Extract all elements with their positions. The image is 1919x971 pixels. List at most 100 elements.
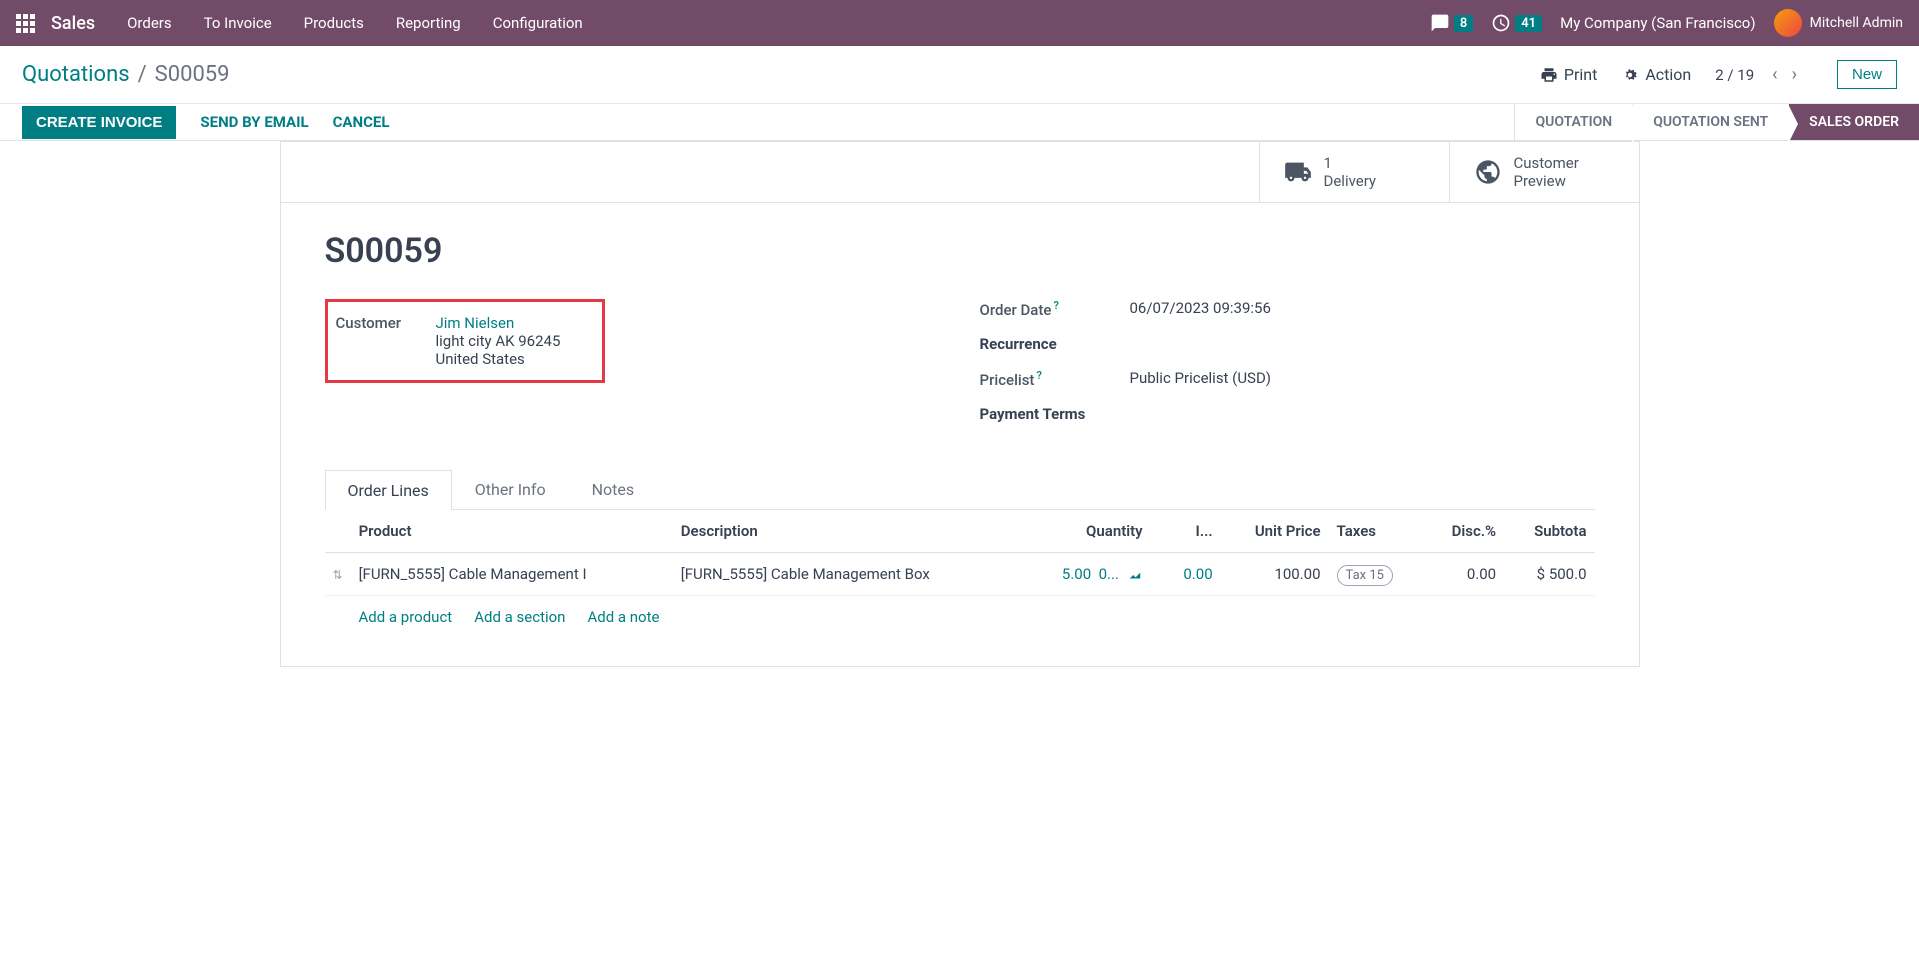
nav-orders[interactable]: Orders <box>127 14 172 32</box>
messages-button[interactable]: 8 <box>1430 13 1473 33</box>
clock-icon <box>1491 13 1511 33</box>
customer-label: Customer <box>336 314 436 332</box>
form-view: 1 Delivery Customer Preview S00059 Custo… <box>280 141 1640 667</box>
add-links: Add a product Add a section Add a note <box>325 596 1595 638</box>
app-name[interactable]: Sales <box>51 13 95 34</box>
customer-highlight-box: Customer Jim Nielsen light city AK 96245… <box>325 299 605 383</box>
pager-next[interactable]: › <box>1788 60 1801 89</box>
action-label: Action <box>1645 65 1691 84</box>
print-icon <box>1540 66 1558 84</box>
table-row[interactable]: ⇅ [FURN_5555] Cable Management I [FURN_5… <box>325 553 1595 596</box>
cancel-button[interactable]: CANCEL <box>333 113 390 131</box>
gear-icon <box>1621 66 1639 84</box>
delivery-count: 1 <box>1324 154 1377 172</box>
th-subtotal[interactable]: Subtota <box>1504 510 1594 553</box>
cell-unit-price[interactable]: 100.00 <box>1221 553 1329 596</box>
activities-badge: 41 <box>1515 15 1542 32</box>
breadcrumb-actions: Print Action 2 / 19 ‹ › New <box>1540 60 1897 89</box>
print-label: Print <box>1564 65 1597 84</box>
breadcrumb-separator: / <box>138 62 147 87</box>
order-date-value: 06/07/2023 09:39:56 <box>1130 299 1595 317</box>
drag-handle-icon[interactable]: ⇅ <box>333 568 343 582</box>
pager-prev[interactable]: ‹ <box>1768 60 1781 89</box>
nav-reporting[interactable]: Reporting <box>396 14 461 32</box>
nav-configuration[interactable]: Configuration <box>493 14 583 32</box>
tabs: Order Lines Other Info Notes <box>325 469 1595 510</box>
breadcrumb: Quotations / S00059 <box>22 62 1540 87</box>
top-nav: Orders To Invoice Products Reporting Con… <box>127 14 1430 32</box>
activities-button[interactable]: 41 <box>1491 13 1542 33</box>
cell-taxes[interactable]: Tax 15 <box>1329 553 1425 596</box>
add-note-link[interactable]: Add a note <box>587 608 659 626</box>
th-product[interactable]: Product <box>351 510 673 553</box>
stat-buttons: 1 Delivery Customer Preview <box>281 142 1639 203</box>
preview-line1: Customer <box>1514 154 1579 172</box>
th-taxes[interactable]: Taxes <box>1329 510 1425 553</box>
th-unit-price[interactable]: Unit Price <box>1221 510 1329 553</box>
cell-disc[interactable]: 0.00 <box>1424 553 1504 596</box>
breadcrumb-root[interactable]: Quotations <box>22 62 130 87</box>
breadcrumb-bar: Quotations / S00059 Print Action 2 / 19 … <box>0 46 1919 104</box>
customer-preview-button[interactable]: Customer Preview <box>1449 142 1639 202</box>
pricelist-label: Pricelist? <box>980 369 1130 389</box>
avatar <box>1774 9 1802 37</box>
tax-badge: Tax 15 <box>1337 565 1393 586</box>
tab-notes[interactable]: Notes <box>569 469 658 509</box>
messages-badge: 8 <box>1454 15 1473 32</box>
pager-text[interactable]: 2 / 19 <box>1715 66 1754 84</box>
send-by-email-button[interactable]: SEND BY EMAIL <box>200 113 308 131</box>
create-invoice-button[interactable]: CREATE INVOICE <box>22 106 176 139</box>
company-switcher[interactable]: My Company (San Francisco) <box>1560 14 1755 32</box>
print-button[interactable]: Print <box>1540 65 1597 84</box>
new-button[interactable]: New <box>1837 60 1897 89</box>
action-button[interactable]: Action <box>1621 65 1691 84</box>
order-date-label: Order Date? <box>980 299 1130 319</box>
nav-products[interactable]: Products <box>304 14 364 32</box>
chart-icon[interactable] <box>1127 568 1143 582</box>
th-quantity[interactable]: Quantity <box>1023 510 1151 553</box>
tab-other-info[interactable]: Other Info <box>452 469 569 509</box>
help-icon[interactable]: ? <box>1036 369 1041 382</box>
cell-i[interactable]: 0.00 <box>1151 553 1221 596</box>
statusbar: QUOTATION QUOTATION SENT SALES ORDER <box>1514 104 1919 140</box>
status-quotation-sent[interactable]: QUOTATION SENT <box>1632 104 1788 140</box>
recurrence-label: Recurrence <box>980 335 1130 353</box>
customer-name[interactable]: Jim Nielsen <box>436 314 515 332</box>
action-bar: CREATE INVOICE SEND BY EMAIL CANCEL QUOT… <box>0 104 1919 141</box>
order-lines-table: Product Description Quantity I... Unit P… <box>325 510 1595 596</box>
nav-to-invoice[interactable]: To Invoice <box>204 14 272 32</box>
customer-address-1: light city AK 96245 <box>436 332 561 350</box>
tab-order-lines[interactable]: Order Lines <box>325 470 452 510</box>
cell-description[interactable]: [FURN_5555] Cable Management Box <box>673 553 1023 596</box>
record-title: S00059 <box>325 231 1595 271</box>
user-name: Mitchell Admin <box>1810 15 1903 31</box>
cell-quantity[interactable]: 5.00 0... <box>1023 553 1151 596</box>
delivery-label: Delivery <box>1324 172 1377 190</box>
topbar-right: 8 41 My Company (San Francisco) Mitchell… <box>1430 9 1903 37</box>
user-menu[interactable]: Mitchell Admin <box>1774 9 1903 37</box>
cell-product[interactable]: [FURN_5555] Cable Management I <box>351 553 673 596</box>
pager: 2 / 19 ‹ › <box>1715 60 1801 89</box>
th-i[interactable]: I... <box>1151 510 1221 553</box>
preview-line2: Preview <box>1514 172 1579 190</box>
delivery-stat-button[interactable]: 1 Delivery <box>1259 142 1449 202</box>
add-section-link[interactable]: Add a section <box>474 608 565 626</box>
status-quotation[interactable]: QUOTATION <box>1514 104 1632 140</box>
th-description[interactable]: Description <box>673 510 1023 553</box>
apps-icon[interactable] <box>16 14 35 33</box>
breadcrumb-current: S00059 <box>155 62 230 87</box>
help-icon[interactable]: ? <box>1053 299 1058 312</box>
left-column: Customer Jim Nielsen light city AK 96245… <box>325 299 940 439</box>
pricelist-value[interactable]: Public Pricelist (USD) <box>1130 369 1595 387</box>
th-disc[interactable]: Disc.% <box>1424 510 1504 553</box>
truck-icon <box>1284 158 1312 186</box>
add-product-link[interactable]: Add a product <box>359 608 453 626</box>
right-column: Order Date? 06/07/2023 09:39:56 Recurren… <box>980 299 1595 439</box>
globe-icon <box>1474 158 1502 186</box>
payment-terms-label: Payment Terms <box>980 405 1130 423</box>
top-navbar: Sales Orders To Invoice Products Reporti… <box>0 0 1919 46</box>
status-sales-order[interactable]: SALES ORDER <box>1788 104 1919 140</box>
cell-subtotal: $ 500.0 <box>1504 553 1594 596</box>
chat-icon <box>1430 13 1450 33</box>
form-body: S00059 Customer Jim Nielsen light city A… <box>281 203 1639 666</box>
